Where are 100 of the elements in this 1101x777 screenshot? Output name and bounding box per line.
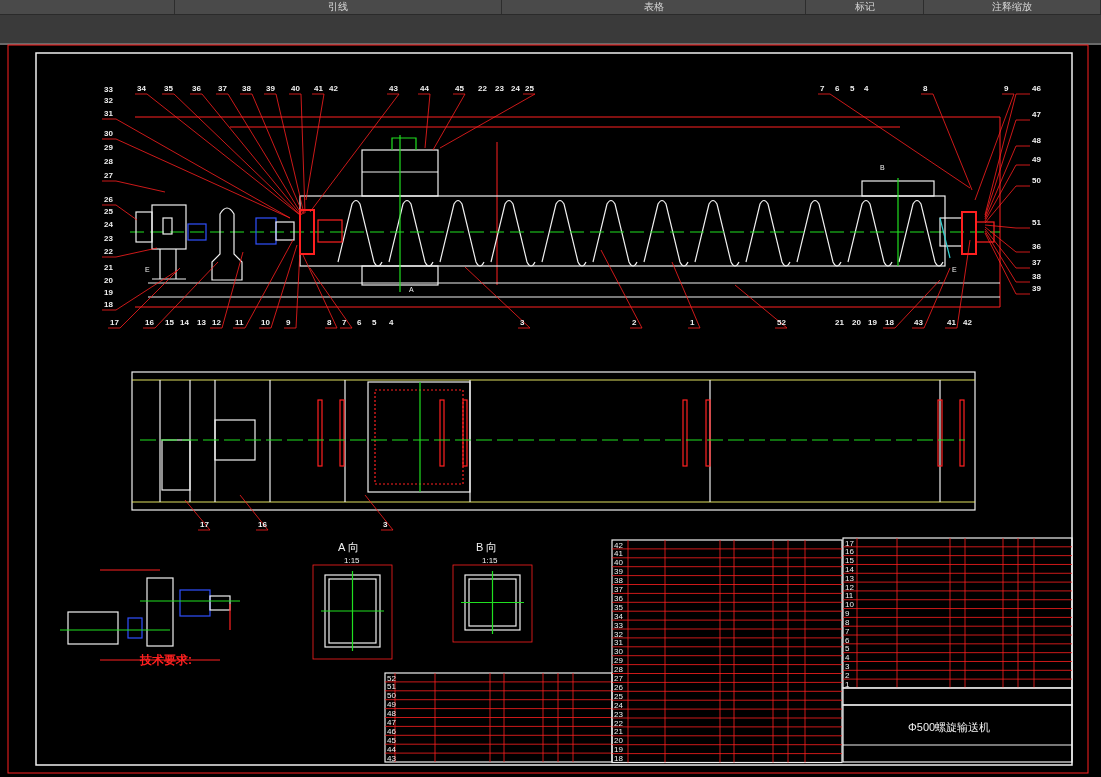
table-cell: 3: [845, 662, 850, 671]
callout-number: 23: [104, 234, 113, 243]
callout-number: 38: [1032, 272, 1041, 281]
callout-number: 36: [192, 84, 201, 93]
callout-number: 11: [235, 318, 244, 327]
leader-line: [184, 499, 211, 531]
leader-line: [239, 494, 269, 531]
callout-number: 23: [495, 84, 504, 93]
table-cell: 10: [845, 600, 854, 610]
callout-number: 51: [1032, 218, 1041, 227]
callout-number: 9: [1004, 84, 1009, 93]
table-cell: 15: [845, 556, 854, 566]
table-cell: 6: [845, 635, 850, 645]
callout-number: 42: [329, 84, 338, 93]
leader-line: [309, 267, 353, 329]
callout-number: 39: [1032, 284, 1041, 293]
callout-number: 3: [520, 318, 525, 327]
callout-number: 7: [342, 318, 347, 327]
drawing-title: Φ500螺旋输送机: [908, 721, 991, 733]
callout-number: 43: [914, 318, 923, 327]
table-cell: 9: [845, 609, 850, 619]
callout-number: 52: [777, 318, 786, 327]
table-cell: 49: [387, 700, 396, 710]
callout-number: 41: [947, 318, 956, 327]
callout-number: 27: [104, 171, 113, 180]
table-cell: 21: [614, 727, 623, 737]
view-title: B 向: [476, 541, 498, 553]
callout-number: 5: [372, 318, 377, 327]
table-cell: 43: [387, 753, 396, 763]
table-cell: 52: [387, 673, 396, 683]
callout-number: 12: [212, 318, 221, 327]
view-scale: 1:15: [344, 556, 360, 565]
callout-number: 37: [1032, 258, 1041, 267]
table-cell: 45: [387, 735, 396, 745]
callout-number: 13: [197, 318, 206, 327]
callout-number: 49: [1032, 155, 1041, 164]
callout-number: 24: [104, 220, 113, 229]
callout-number: 6: [835, 84, 840, 93]
table-cell: 44: [387, 744, 396, 754]
callout-number: 48: [1032, 136, 1041, 145]
leader-line: [101, 247, 158, 258]
leader-line: [734, 284, 788, 329]
ribbon-panel-title[interactable]: 注释缩放: [924, 0, 1101, 14]
callout-number: 25: [525, 84, 534, 93]
callout-number: 36: [1032, 242, 1041, 251]
ribbon-panel-title[interactable]: 引线: [175, 0, 502, 14]
callout-number: 19: [868, 318, 877, 327]
callout-number: 14: [180, 318, 189, 327]
table-cell: 23: [614, 709, 623, 719]
callout-number: 5: [850, 84, 855, 93]
table-cell: 34: [614, 611, 623, 621]
callout-number: 3: [383, 520, 388, 529]
leader-line: [364, 494, 394, 531]
table-cell: 39: [614, 567, 623, 577]
table-cell: 36: [614, 593, 623, 603]
callout-number: 37: [218, 84, 227, 93]
callout-number: 32: [104, 96, 113, 105]
callout-number: 33: [104, 85, 113, 94]
callout-number: 39: [266, 84, 275, 93]
table-cell: 47: [387, 718, 396, 727]
callout-number: 16: [145, 318, 154, 327]
callout-number: 46: [1032, 84, 1041, 93]
callout-number: 16: [258, 520, 267, 529]
callout-number: 17: [200, 520, 209, 529]
table-cell: 17: [845, 538, 854, 548]
leader-line: [671, 261, 701, 329]
table-cell: 4: [845, 653, 850, 663]
callout-number: 43: [389, 84, 398, 93]
table-cell: 1: [845, 679, 850, 689]
callout-number: 45: [455, 84, 464, 93]
callout-number: 28: [104, 157, 113, 166]
callout-number: 22: [104, 247, 113, 256]
callout-number: 6: [357, 318, 362, 327]
table-cell: 32: [614, 629, 623, 639]
callout-number: 9: [286, 318, 291, 327]
leader-line: [464, 266, 531, 329]
callout-number: 18: [885, 318, 894, 327]
table-cell: 51: [387, 682, 396, 692]
ribbon-panel-title[interactable]: 表格: [502, 0, 806, 14]
callout-number: 20: [104, 276, 113, 285]
callout-number: 26: [104, 195, 113, 204]
callout-number: 42: [963, 318, 972, 327]
table-cell: 31: [614, 638, 623, 648]
table-cell: 18: [614, 754, 623, 764]
table-cell: 12: [845, 582, 854, 592]
callout-number: 34: [137, 84, 146, 93]
table-cell: 48: [387, 709, 396, 719]
callout-number: 38: [242, 84, 251, 93]
table-cell: 13: [845, 573, 854, 583]
callout-number: 40: [291, 84, 300, 93]
ribbon-panel-title[interactable]: 标记: [806, 0, 924, 14]
callout-number: 10: [261, 318, 270, 327]
table-cell: 14: [845, 564, 854, 574]
callout-number: 21: [104, 263, 113, 272]
table-cell: 19: [614, 745, 623, 755]
callout-number: 22: [478, 84, 487, 93]
callout-number: 47: [1032, 110, 1041, 119]
callout-number: 44: [420, 84, 429, 93]
table-cell: 42: [614, 540, 623, 550]
callout-number: 15: [165, 318, 174, 327]
